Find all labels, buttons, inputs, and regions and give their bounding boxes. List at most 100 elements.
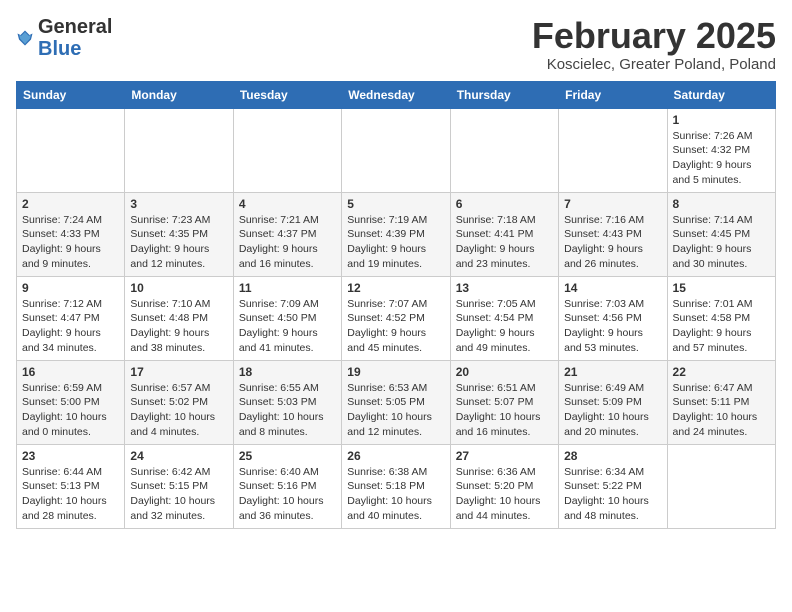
- day-info: Sunrise: 6:53 AM Sunset: 5:05 PM Dayligh…: [347, 381, 444, 440]
- day-number: 18: [239, 365, 336, 379]
- cell-content: 24Sunrise: 6:42 AM Sunset: 5:15 PM Dayli…: [130, 449, 227, 524]
- day-number: 24: [130, 449, 227, 463]
- cell-content: 21 Sunrise: 6:49 AM Sunset: 5:09 PM Dayli…: [564, 365, 661, 440]
- cell-content: 15Sunrise: 7:01 AM Sunset: 4:58 PM Dayli…: [673, 281, 770, 356]
- calendar-cell: 15Sunrise: 7:01 AM Sunset: 4:58 PM Dayli…: [667, 276, 775, 360]
- cell-content: 22Sunrise: 6:47 AM Sunset: 5:11 PM Dayli…: [673, 365, 770, 440]
- cell-content: 20Sunrise: 6:51 AM Sunset: 5:07 PM Dayli…: [456, 365, 553, 440]
- calendar-cell: 9Sunrise: 7:12 AM Sunset: 4:47 PM Daylig…: [17, 276, 125, 360]
- logo-icon: [16, 29, 34, 47]
- calendar-cell: [17, 108, 125, 192]
- calendar-cell: 20Sunrise: 6:51 AM Sunset: 5:07 PM Dayli…: [450, 360, 558, 444]
- day-number: 22: [673, 365, 770, 379]
- day-number: 28: [564, 449, 661, 463]
- calendar-cell: 16Sunrise: 6:59 AM Sunset: 5:00 PM Dayli…: [17, 360, 125, 444]
- day-number: 4: [239, 197, 336, 211]
- logo-text: General Blue: [38, 16, 112, 60]
- cell-content: 27 Sunrise: 6:36 AM Sunset: 5:20 PM Dayli…: [456, 449, 553, 524]
- cell-content: 26Sunrise: 6:38 AM Sunset: 5:18 PM Dayli…: [347, 449, 444, 524]
- day-number: 12: [347, 281, 444, 295]
- day-info: Sunrise: 6:49 AM Sunset: 5:09 PM Dayligh…: [564, 381, 661, 440]
- weekday-header-sunday: Sunday: [17, 81, 125, 108]
- calendar-cell: 17Sunrise: 6:57 AM Sunset: 5:02 PM Dayli…: [125, 360, 233, 444]
- day-number: 7: [564, 197, 661, 211]
- calendar-cell: 14Sunrise: 7:03 AM Sunset: 4:56 PM Dayli…: [559, 276, 667, 360]
- calendar-cell: 23 Sunrise: 6:44 AM Sunset: 5:13 PM Dayli…: [17, 444, 125, 528]
- calendar-cell: [450, 108, 558, 192]
- day-info: Sunrise: 6:34 AM Sunset: 5:22 PM Dayligh…: [564, 465, 661, 524]
- cell-content: 2 Sunrise: 7:24 AM Sunset: 4:33 PM Daylig…: [22, 197, 119, 272]
- day-number: 17: [130, 365, 227, 379]
- day-info: Sunrise: 7:21 AM Sunset: 4:37 PM Dayligh…: [239, 213, 336, 272]
- calendar-cell: 26Sunrise: 6:38 AM Sunset: 5:18 PM Dayli…: [342, 444, 450, 528]
- day-number: 6: [456, 197, 553, 211]
- cell-content: 28 Sunrise: 6:34 AM Sunset: 5:22 PM Dayli…: [564, 449, 661, 524]
- calendar-cell: 6 Sunrise: 7:18 AM Sunset: 4:41 PM Daylig…: [450, 192, 558, 276]
- day-number: 19: [347, 365, 444, 379]
- calendar-cell: [342, 108, 450, 192]
- calendar-cell: 18 Sunrise: 6:55 AM Sunset: 5:03 PM Dayli…: [233, 360, 341, 444]
- day-number: 23: [22, 449, 119, 463]
- cell-content: 23 Sunrise: 6:44 AM Sunset: 5:13 PM Dayli…: [22, 449, 119, 524]
- day-number: 27: [456, 449, 553, 463]
- day-info: Sunrise: 6:55 AM Sunset: 5:03 PM Dayligh…: [239, 381, 336, 440]
- day-info: Sunrise: 7:05 AM Sunset: 4:54 PM Dayligh…: [456, 297, 553, 356]
- logo: General Blue: [16, 16, 112, 60]
- day-info: Sunrise: 7:16 AM Sunset: 4:43 PM Dayligh…: [564, 213, 661, 272]
- calendar-cell: 24Sunrise: 6:42 AM Sunset: 5:15 PM Dayli…: [125, 444, 233, 528]
- calendar-cell: 19 Sunrise: 6:53 AM Sunset: 5:05 PM Dayli…: [342, 360, 450, 444]
- calendar-cell: 10 Sunrise: 7:10 AM Sunset: 4:48 PM Dayli…: [125, 276, 233, 360]
- day-info: Sunrise: 6:38 AM Sunset: 5:18 PM Dayligh…: [347, 465, 444, 524]
- cell-content: 7 Sunrise: 7:16 AM Sunset: 4:43 PM Daylig…: [564, 197, 661, 272]
- calendar-cell: 7 Sunrise: 7:16 AM Sunset: 4:43 PM Daylig…: [559, 192, 667, 276]
- day-info: Sunrise: 7:01 AM Sunset: 4:58 PM Dayligh…: [673, 297, 770, 356]
- day-info: Sunrise: 7:10 AM Sunset: 4:48 PM Dayligh…: [130, 297, 227, 356]
- cell-content: 16Sunrise: 6:59 AM Sunset: 5:00 PM Dayli…: [22, 365, 119, 440]
- day-number: 10: [130, 281, 227, 295]
- calendar-cell: 22Sunrise: 6:47 AM Sunset: 5:11 PM Dayli…: [667, 360, 775, 444]
- cell-content: 11Sunrise: 7:09 AM Sunset: 4:50 PM Dayli…: [239, 281, 336, 356]
- calendar-cell: 27 Sunrise: 6:36 AM Sunset: 5:20 PM Dayli…: [450, 444, 558, 528]
- day-number: 5: [347, 197, 444, 211]
- calendar-cell: [559, 108, 667, 192]
- day-number: 1: [673, 113, 770, 127]
- calendar-cell: 25 Sunrise: 6:40 AM Sunset: 5:16 PM Dayli…: [233, 444, 341, 528]
- day-number: 25: [239, 449, 336, 463]
- day-info: Sunrise: 7:18 AM Sunset: 4:41 PM Dayligh…: [456, 213, 553, 272]
- day-number: 8: [673, 197, 770, 211]
- day-number: 21: [564, 365, 661, 379]
- day-info: Sunrise: 7:12 AM Sunset: 4:47 PM Dayligh…: [22, 297, 119, 356]
- calendar-table: SundayMondayTuesdayWednesdayThursdayFrid…: [16, 81, 776, 529]
- week-row-4: 16Sunrise: 6:59 AM Sunset: 5:00 PM Dayli…: [17, 360, 776, 444]
- day-info: Sunrise: 7:07 AM Sunset: 4:52 PM Dayligh…: [347, 297, 444, 356]
- day-info: Sunrise: 6:51 AM Sunset: 5:07 PM Dayligh…: [456, 381, 553, 440]
- day-info: Sunrise: 6:59 AM Sunset: 5:00 PM Dayligh…: [22, 381, 119, 440]
- calendar-title: February 2025: [532, 16, 776, 56]
- week-row-3: 9Sunrise: 7:12 AM Sunset: 4:47 PM Daylig…: [17, 276, 776, 360]
- day-info: Sunrise: 6:44 AM Sunset: 5:13 PM Dayligh…: [22, 465, 119, 524]
- cell-content: 5 Sunrise: 7:19 AM Sunset: 4:39 PM Daylig…: [347, 197, 444, 272]
- calendar-cell: [667, 444, 775, 528]
- day-info: Sunrise: 7:03 AM Sunset: 4:56 PM Dayligh…: [564, 297, 661, 356]
- day-number: 2: [22, 197, 119, 211]
- weekday-header-friday: Friday: [559, 81, 667, 108]
- calendar-cell: 11Sunrise: 7:09 AM Sunset: 4:50 PM Dayli…: [233, 276, 341, 360]
- cell-content: 13 Sunrise: 7:05 AM Sunset: 4:54 PM Dayli…: [456, 281, 553, 356]
- calendar-cell: 4 Sunrise: 7:21 AM Sunset: 4:37 PM Daylig…: [233, 192, 341, 276]
- day-info: Sunrise: 7:19 AM Sunset: 4:39 PM Dayligh…: [347, 213, 444, 272]
- day-info: Sunrise: 7:24 AM Sunset: 4:33 PM Dayligh…: [22, 213, 119, 272]
- day-info: Sunrise: 6:40 AM Sunset: 5:16 PM Dayligh…: [239, 465, 336, 524]
- cell-content: 6 Sunrise: 7:18 AM Sunset: 4:41 PM Daylig…: [456, 197, 553, 272]
- weekday-header-saturday: Saturday: [667, 81, 775, 108]
- calendar-subtitle: Koscielec, Greater Poland, Poland: [532, 56, 776, 73]
- cell-content: 17Sunrise: 6:57 AM Sunset: 5:02 PM Dayli…: [130, 365, 227, 440]
- weekday-header-wednesday: Wednesday: [342, 81, 450, 108]
- calendar-cell: 28 Sunrise: 6:34 AM Sunset: 5:22 PM Dayli…: [559, 444, 667, 528]
- calendar-cell: [233, 108, 341, 192]
- page-header: General Blue February 2025 Koscielec, Gr…: [16, 16, 776, 73]
- cell-content: 14Sunrise: 7:03 AM Sunset: 4:56 PM Dayli…: [564, 281, 661, 356]
- day-info: Sunrise: 6:36 AM Sunset: 5:20 PM Dayligh…: [456, 465, 553, 524]
- day-info: Sunrise: 7:23 AM Sunset: 4:35 PM Dayligh…: [130, 213, 227, 272]
- calendar-cell: [125, 108, 233, 192]
- day-number: 13: [456, 281, 553, 295]
